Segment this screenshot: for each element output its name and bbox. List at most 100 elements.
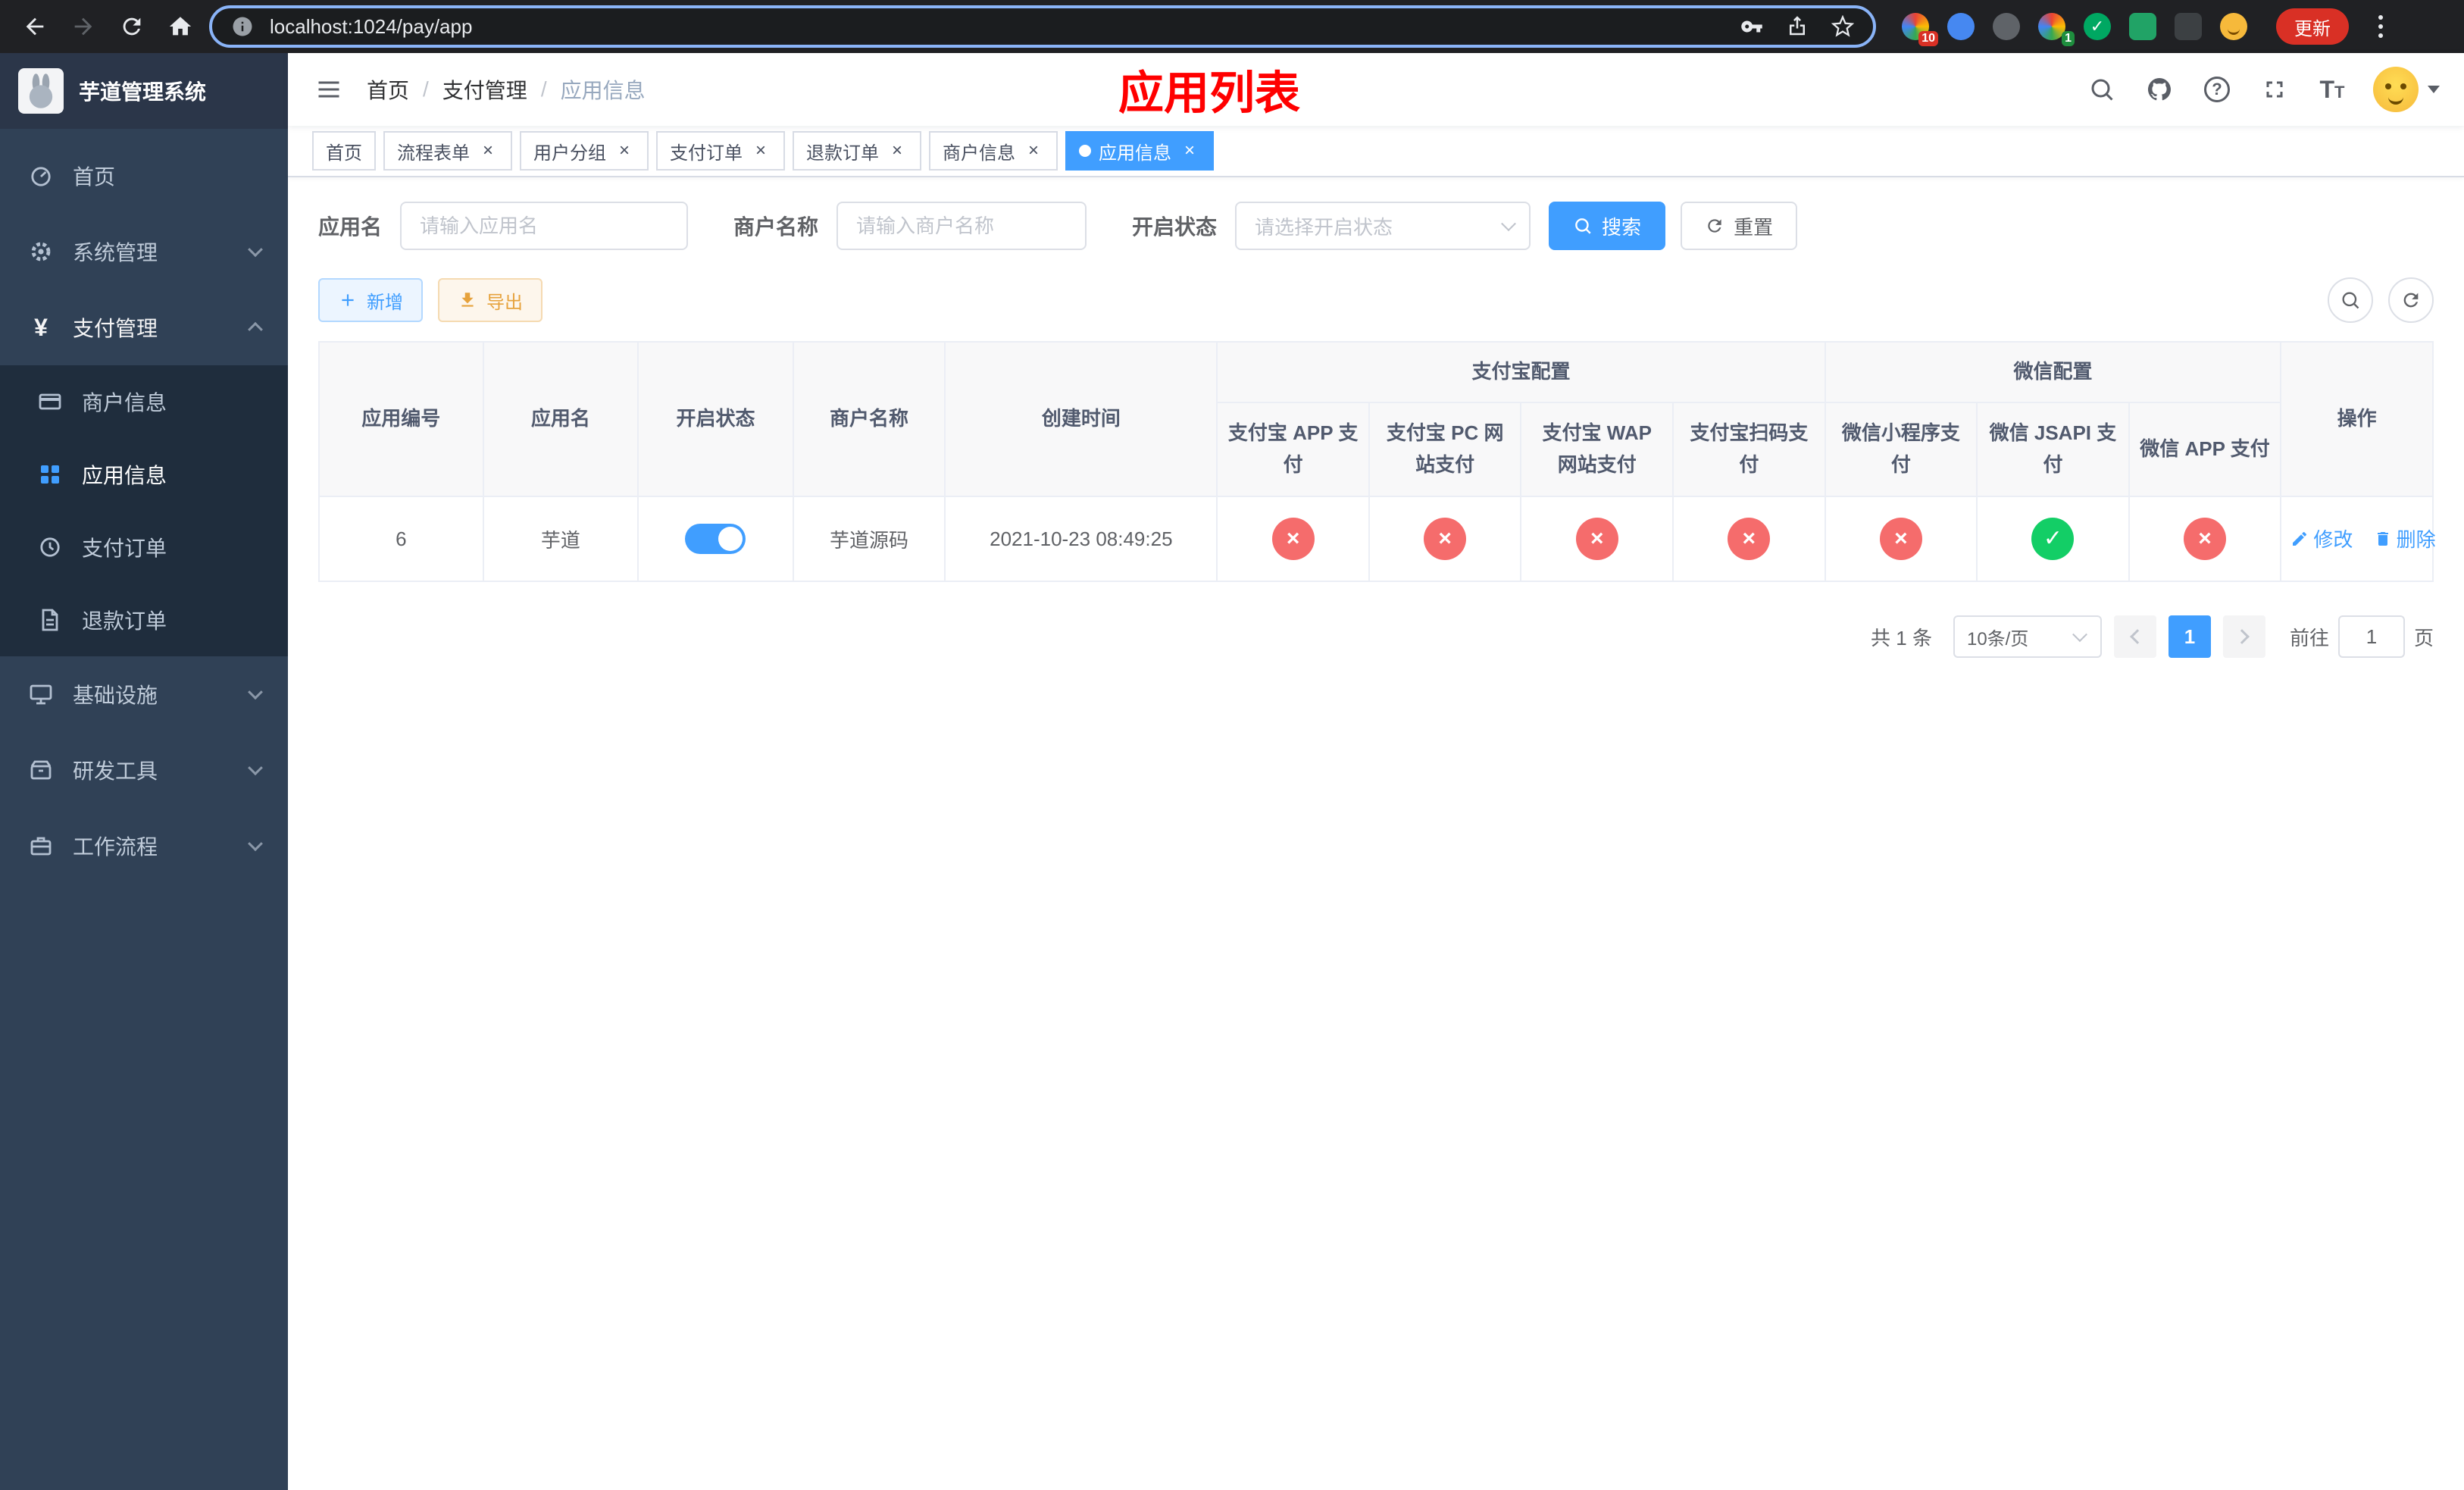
status-select[interactable]: 请选择开启状态 — [1235, 202, 1531, 250]
gear-icon — [27, 238, 55, 265]
sidebar-item-workflow[interactable]: 工作流程 — [0, 808, 288, 884]
url-text[interactable]: localhost:1024/pay/app — [270, 15, 472, 39]
app-name-input[interactable] — [400, 202, 689, 250]
extension-icon-3[interactable] — [1988, 8, 2025, 45]
document-icon — [36, 606, 64, 634]
cell-alipay-pc: × — [1368, 496, 1522, 582]
toolbox-icon — [27, 756, 55, 784]
close-tab-icon[interactable] — [477, 140, 499, 161]
user-menu[interactable] — [2373, 67, 2440, 112]
menu-label-infrastructure: 基础设施 — [73, 684, 158, 707]
edit-button[interactable]: 修改 — [2290, 524, 2353, 552]
sidebar-item-refund-order[interactable]: 退款订单 — [0, 584, 288, 656]
search-button[interactable]: 搜索 — [1549, 202, 1666, 250]
sidebar-item-home[interactable]: 首页 — [0, 138, 288, 214]
user-avatar[interactable] — [2373, 67, 2419, 112]
sidebar-item-merchant-info[interactable]: 商户信息 — [0, 365, 288, 438]
top-navbar: 首页 支付管理 应用信息 应用列表 — [288, 53, 2464, 126]
tab-refund-order[interactable]: 退款订单 — [793, 131, 921, 171]
col-header-actions: 操作 — [2280, 341, 2434, 497]
extension-icon-1[interactable]: 10 — [1897, 8, 1938, 46]
site-info-icon[interactable] — [227, 11, 258, 42]
breadcrumb-separator — [541, 77, 547, 102]
toggle-search-button[interactable] — [2328, 277, 2373, 323]
browser-menu-icon[interactable] — [2367, 13, 2394, 40]
alipay-pc-status-icon: × — [1424, 518, 1467, 560]
search-icon[interactable] — [2085, 73, 2118, 106]
extension-icon-6[interactable] — [2125, 8, 2161, 45]
goto-page-input[interactable] — [2337, 615, 2405, 658]
extension-icon-5[interactable] — [2079, 8, 2115, 45]
sidebar-item-dev-tools[interactable]: 研发工具 — [0, 732, 288, 808]
sidebar-item-payment[interactable]: 支付管理 — [0, 290, 288, 365]
add-button-label: 新增 — [367, 292, 403, 313]
menu-label-refund-order: 退款订单 — [82, 609, 167, 633]
merchant-name-input[interactable] — [836, 202, 1087, 250]
address-bar[interactable]: localhost:1024/pay/app — [209, 5, 1876, 48]
tab-user-group[interactable]: 用户分组 — [520, 131, 649, 171]
briefcase-icon — [27, 832, 55, 859]
password-key-icon[interactable] — [1737, 11, 1767, 42]
current-page-button[interactable]: 1 — [2168, 615, 2211, 658]
close-tab-icon[interactable] — [886, 140, 908, 161]
extension-icon-2[interactable] — [1943, 8, 1979, 45]
tab-app-info[interactable]: 应用信息 — [1065, 131, 1214, 171]
browser-home-button[interactable] — [161, 7, 200, 46]
prev-page-button[interactable] — [2113, 615, 2156, 658]
chevron-down-icon — [2072, 627, 2087, 643]
tabs-bar: 首页 流程表单 用户分组 支付订单 退款订单 商户信息 应用信息 — [288, 126, 2464, 177]
sidebar-item-infrastructure[interactable]: 基础设施 — [0, 656, 288, 732]
tab-pay-order[interactable]: 支付订单 — [656, 131, 785, 171]
bookmark-star-icon[interactable] — [1828, 11, 1858, 42]
extension-icon-4[interactable]: 1 — [2034, 8, 2075, 46]
github-icon[interactable] — [2143, 73, 2176, 106]
sidebar-item-system[interactable]: 系统管理 — [0, 214, 288, 290]
col-header-alipay-wap: 支付宝 WAP 网站支付 — [1520, 402, 1674, 497]
close-tab-icon[interactable] — [1179, 140, 1200, 161]
sidebar-item-app-info[interactable]: 应用信息 — [0, 438, 288, 511]
status-toggle[interactable] — [685, 524, 746, 554]
menu-label-payment: 支付管理 — [73, 317, 158, 340]
sidebar-collapse-icon[interactable] — [312, 73, 346, 106]
page-size-select[interactable]: 10条/页 — [1953, 615, 2102, 658]
caret-down-icon — [2428, 86, 2440, 93]
font-size-icon[interactable] — [2315, 73, 2349, 106]
share-icon[interactable] — [1782, 11, 1812, 42]
browser-reload-button[interactable] — [112, 7, 152, 46]
page-content: 应用名 商户名称 开启状态 请选择开启状态 搜索 — [288, 177, 2464, 1490]
cell-create-time: 2021-10-23 08:49:25 — [944, 496, 1218, 582]
breadcrumb-payment[interactable]: 支付管理 — [442, 74, 527, 105]
cell-actions: 修改 删除 — [2280, 496, 2436, 582]
add-button[interactable]: 新增 — [318, 278, 423, 322]
browser-forward-button[interactable] — [64, 7, 103, 46]
extension-icon-8[interactable] — [2215, 8, 2252, 45]
active-tab-dot — [1079, 145, 1091, 157]
fullscreen-icon[interactable] — [2258, 73, 2291, 106]
extension-icon-7[interactable] — [2170, 8, 2206, 45]
export-button[interactable]: 导出 — [438, 278, 543, 322]
tab-merchant-info[interactable]: 商户信息 — [929, 131, 1058, 171]
merchant-name-label: 商户名称 — [733, 215, 819, 239]
close-tab-icon[interactable] — [1023, 140, 1044, 161]
next-page-button[interactable] — [2222, 615, 2265, 658]
browser-update-button[interactable]: 更新 — [2276, 8, 2349, 45]
tab-home[interactable]: 首页 — [312, 131, 376, 171]
breadcrumb-home[interactable]: 首页 — [367, 74, 409, 105]
help-icon[interactable] — [2200, 73, 2234, 106]
close-tab-icon[interactable] — [614, 140, 635, 161]
tab-label: 流程表单 — [397, 142, 470, 164]
wx-jsapi-status-icon: ✓ — [2031, 518, 2075, 560]
refresh-button[interactable] — [2388, 277, 2434, 323]
browser-back-button[interactable] — [15, 7, 55, 46]
clock-icon — [36, 534, 64, 561]
logo-avatar — [18, 68, 64, 114]
col-header-wx-mini: 微信小程序支付 — [1824, 402, 1978, 497]
chevron-up-icon — [248, 321, 263, 337]
reset-button[interactable]: 重置 — [1681, 202, 1798, 250]
sidebar-item-pay-order[interactable]: 支付订单 — [0, 511, 288, 584]
address-bar-actions — [1737, 11, 1858, 42]
dashboard-icon — [27, 162, 55, 189]
delete-button[interactable]: 删除 — [2374, 524, 2436, 552]
close-tab-icon[interactable] — [750, 140, 771, 161]
tab-process-form[interactable]: 流程表单 — [383, 131, 512, 171]
